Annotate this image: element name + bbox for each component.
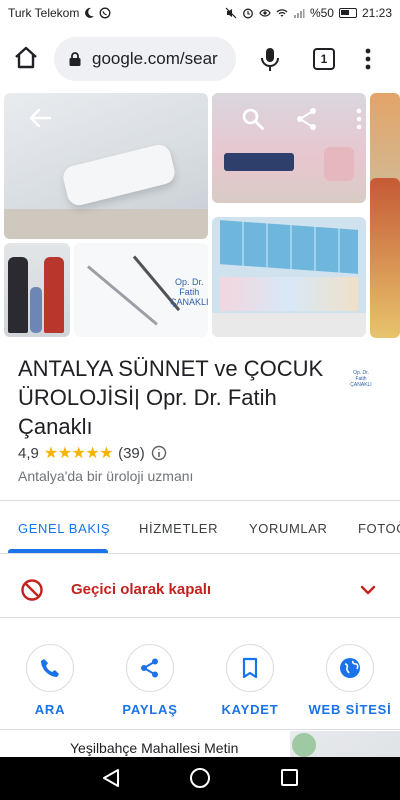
photo-surgical-tools[interactable]: Op. Dr. Fatih ÇANAKLI (74, 243, 208, 337)
more-vert-icon[interactable] (360, 45, 376, 73)
wifi-icon (276, 9, 288, 17)
more-vert-icon[interactable] (352, 106, 366, 132)
search-icon[interactable] (240, 106, 266, 132)
place-category: Antalya'da bir üroloji uzmanı (18, 468, 194, 484)
no-entry-icon (21, 579, 43, 601)
carrier-label: Turk Telekom (8, 6, 80, 20)
bookmark-icon (242, 657, 258, 679)
rating-row[interactable]: 4,9 ★★★★★ (39) (18, 443, 167, 463)
tab-overview[interactable]: GENEL BAKIŞ (18, 521, 110, 536)
mini-map[interactable] (290, 731, 400, 757)
clock: 21:23 (361, 6, 392, 20)
address-row[interactable]: Yeşilbahçe Mahallesi Metin (0, 731, 400, 757)
alarm-icon (242, 8, 253, 19)
share-label: PAYLAŞ (122, 702, 178, 717)
moon-icon (85, 7, 95, 18)
globe-icon (340, 658, 360, 678)
lock-icon (69, 52, 81, 66)
closed-status-text: Geçici olarak kapalı (71, 581, 212, 598)
status-bar: Turk Telekom %50 21:23 (0, 0, 400, 28)
photo-superhero-figures[interactable] (4, 243, 70, 337)
closed-status-row[interactable]: Geçici olarak kapalı (0, 562, 400, 618)
action-buttons: ARA PAYLAŞ KAYDET WEB SİTESİ (0, 626, 400, 730)
share-icon (141, 658, 158, 678)
place-tabs: GENEL BAKIŞ HİZMETLER YORUMLAR FOTOĞ (0, 500, 400, 554)
battery-icon (338, 8, 357, 18)
share-icon[interactable] (294, 106, 320, 132)
nav-recents-icon[interactable] (281, 769, 298, 786)
call-label: ARA (34, 702, 66, 717)
share-button[interactable]: PAYLAŞ (102, 644, 198, 717)
star-rating-icon: ★★★★★ (43, 445, 114, 462)
photo-toy-corner[interactable] (370, 178, 400, 338)
back-arrow-icon[interactable] (26, 104, 54, 132)
photo-clinic-room[interactable] (212, 93, 366, 203)
mute-icon (225, 7, 237, 19)
review-count[interactable]: (39) (118, 445, 145, 462)
eye-icon (259, 9, 271, 17)
website-button[interactable]: WEB SİTESİ (302, 644, 398, 717)
info-icon[interactable] (151, 445, 167, 461)
website-label: WEB SİTESİ (308, 702, 392, 717)
place-logo[interactable]: Op. Dr. Fatih ÇANAKLI (346, 362, 376, 392)
tab-services[interactable]: HİZMETLER (139, 521, 218, 536)
tab-reviews[interactable]: YORUMLAR (249, 521, 327, 536)
tab-photos[interactable]: FOTOĞ (358, 521, 400, 536)
phone-icon (41, 659, 59, 677)
photo-logo: Op. Dr. Fatih ÇANAKLI (170, 277, 208, 307)
nav-home-icon[interactable] (190, 768, 210, 788)
browser-toolbar: google.com/sear 1 (0, 28, 400, 90)
place-header: ANTALYA SÜNNET ve ÇOCUK ÜROLOJİSİ| Opr. … (0, 340, 400, 500)
home-icon[interactable] (12, 44, 40, 72)
save-button[interactable]: KAYDET (202, 644, 298, 717)
battery-percent: %50 (309, 6, 334, 20)
call-button[interactable]: ARA (2, 644, 98, 717)
photo-play-area[interactable] (212, 217, 366, 337)
save-label: KAYDET (221, 702, 279, 717)
system-nav-bar (0, 757, 400, 800)
tabs-button[interactable]: 1 (313, 48, 335, 70)
nav-back-icon[interactable] (102, 768, 120, 788)
mic-icon[interactable] (258, 45, 282, 73)
photo-gallery[interactable]: Op. Dr. Fatih ÇANAKLI (0, 90, 400, 340)
whatsapp-icon (99, 7, 111, 19)
signal-icon (293, 9, 305, 18)
address-bar[interactable]: google.com/sear (54, 37, 236, 81)
place-title: ANTALYA SÜNNET ve ÇOCUK ÜROLOJİSİ| Opr. … (18, 356, 324, 439)
active-tab-indicator (8, 549, 108, 553)
url-text: google.com/sear (92, 49, 218, 68)
address-text: Yeşilbahçe Mahallesi Metin (70, 740, 239, 756)
rating-value: 4,9 (18, 444, 39, 462)
chevron-down-icon[interactable] (358, 580, 378, 600)
